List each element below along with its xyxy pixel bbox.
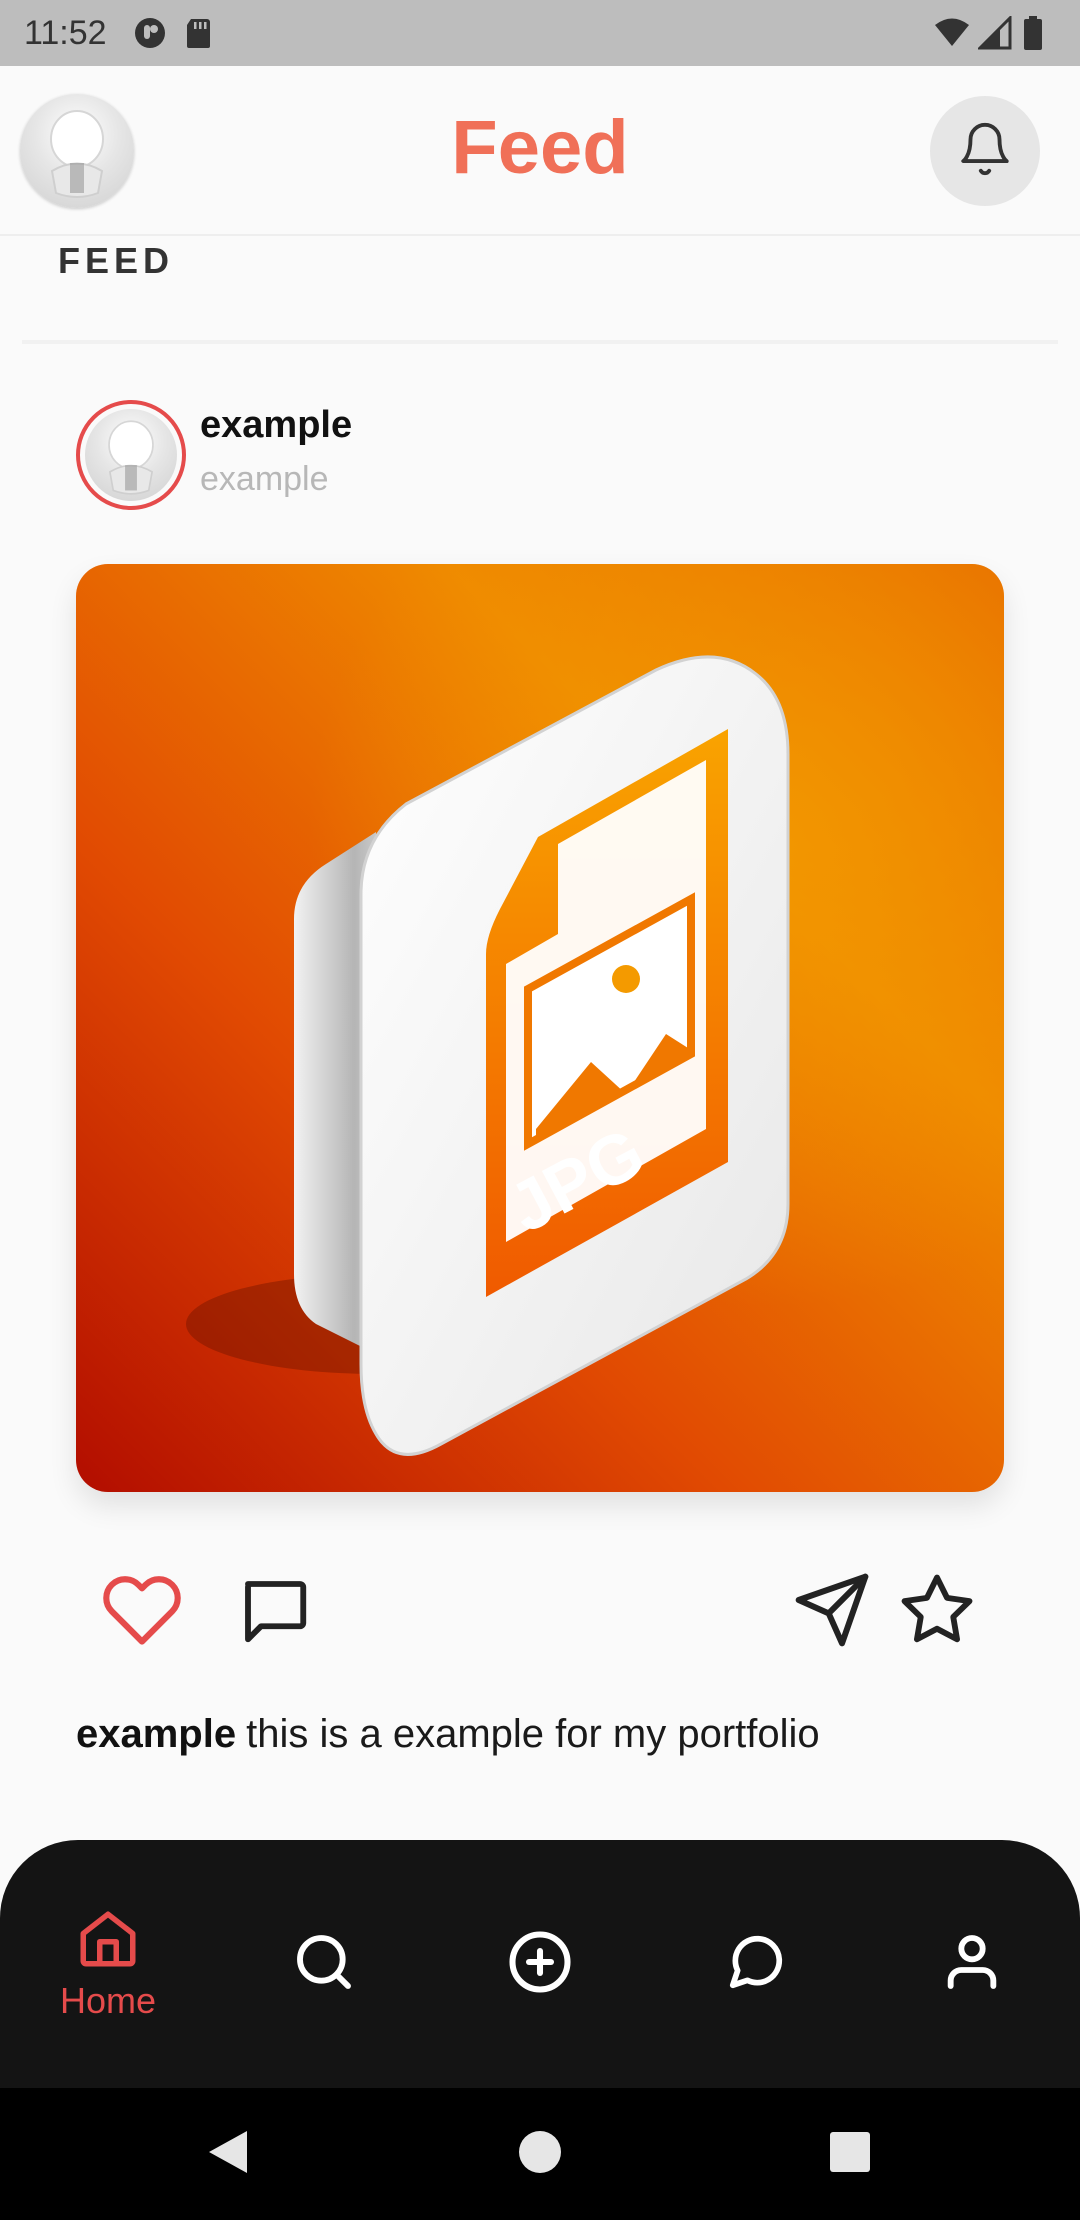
heart-icon (101, 1569, 183, 1655)
status-bar: 11:52 (0, 0, 1080, 66)
star-icon (898, 1571, 976, 1653)
recents-button[interactable] (810, 2114, 890, 2194)
send-icon (792, 1570, 872, 1654)
section-label: FEED (58, 240, 175, 281)
post-avatar[interactable] (76, 400, 186, 510)
post-username[interactable]: example (200, 404, 352, 447)
comment-icon (235, 1571, 313, 1653)
page-title: Feed (451, 105, 629, 190)
nav-search[interactable] (216, 1840, 432, 2088)
home-button[interactable] (500, 2114, 580, 2194)
home-circle-icon (517, 2129, 563, 2179)
bottom-navigation: Home (0, 1840, 1080, 2088)
post-handle: example (200, 460, 329, 498)
profile-icon (940, 1930, 1004, 1998)
back-icon (203, 2127, 253, 2181)
post-caption: example this is a example for my portfoli… (76, 1712, 820, 1757)
post-actions (0, 1570, 1080, 1660)
comment-button[interactable] (232, 1570, 316, 1654)
nav-create[interactable] (432, 1840, 648, 2088)
notifications-button[interactable] (930, 96, 1040, 206)
divider (22, 340, 1058, 344)
app-bar: Feed (0, 66, 1080, 236)
post-image[interactable]: JPG (76, 564, 1004, 1492)
nav-home-label: Home (59, 1980, 157, 2021)
search-icon (292, 1930, 356, 1998)
caption-text: this is a example for my portfolio (246, 1712, 820, 1756)
nav-home[interactable]: Home (0, 1840, 216, 2088)
app-notification-icon (133, 16, 167, 50)
nav-profile[interactable] (864, 1840, 1080, 2088)
caption-username[interactable]: example (76, 1712, 236, 1756)
like-button[interactable] (100, 1570, 184, 1654)
share-button[interactable] (790, 1570, 874, 1654)
nav-messages[interactable] (648, 1840, 864, 2088)
system-navigation-bar (0, 2088, 1080, 2220)
back-button[interactable] (188, 2114, 268, 2194)
wifi-icon (934, 16, 969, 50)
chat-icon (725, 1931, 787, 1997)
cell-signal-icon (976, 14, 1012, 50)
status-time: 11:52 (24, 13, 107, 52)
recents-icon (828, 2130, 872, 2178)
battery-icon (1022, 16, 1056, 50)
home-icon (75, 1906, 141, 1976)
sd-card-icon (181, 16, 215, 50)
save-button[interactable] (895, 1570, 979, 1654)
bell-icon (956, 120, 1014, 182)
add-circle-icon (507, 1929, 573, 1999)
